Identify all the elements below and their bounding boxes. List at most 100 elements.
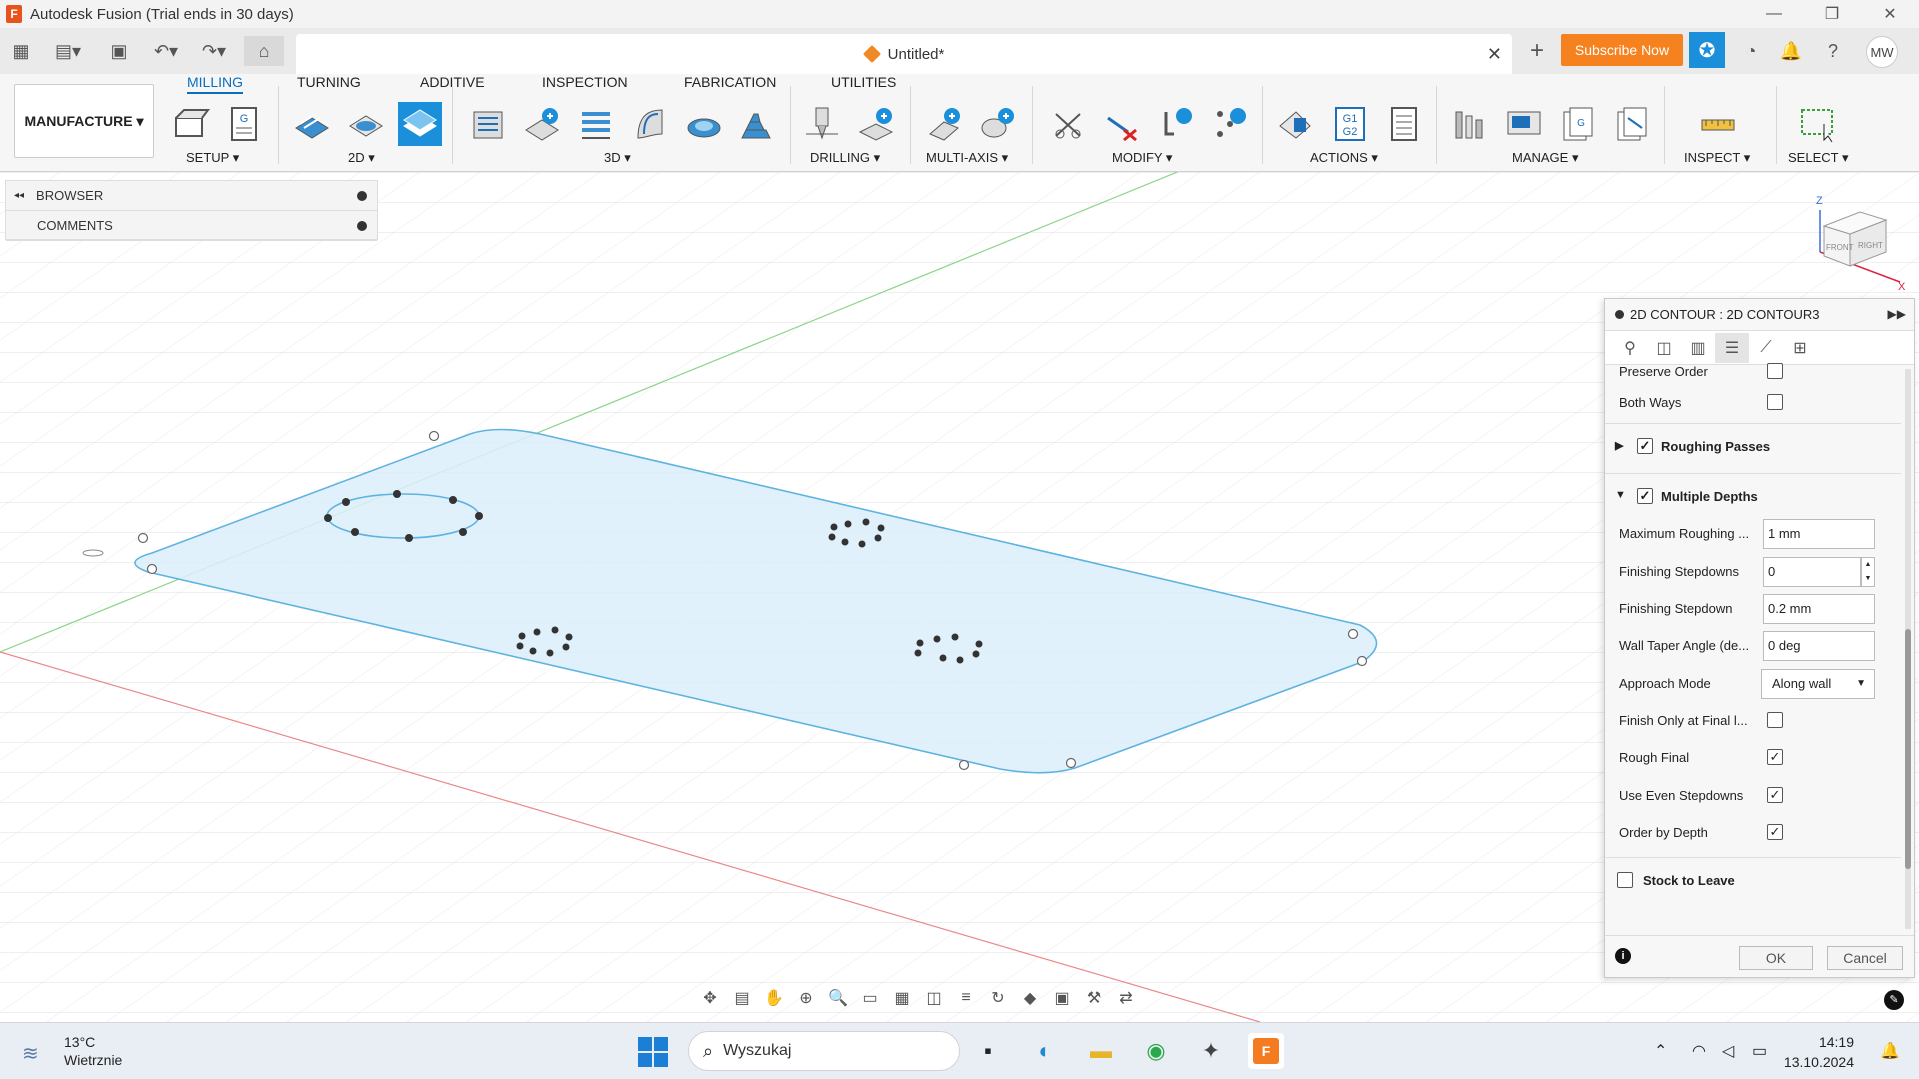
drill-icon[interactable] (800, 102, 844, 146)
pattern-icon[interactable] (1208, 102, 1252, 146)
hole-recognition-icon[interactable] (854, 102, 898, 146)
section-analysis-icon[interactable]: ◆ (1014, 984, 1046, 1012)
tab-utilities[interactable]: UTILITIES (831, 74, 896, 94)
tab-fabrication[interactable]: FABRICATION (684, 74, 776, 94)
multi-axis-contour-icon[interactable] (976, 102, 1020, 146)
collapse-icon[interactable]: ◂◂ (14, 190, 24, 201)
notifications-icon[interactable]: 🔔 (1778, 38, 1804, 64)
zoom-window-icon[interactable]: 🔍 (822, 984, 854, 1012)
even-stepdowns-checkbox[interactable]: ✓ (1767, 787, 1783, 803)
simulate-icon[interactable] (1274, 102, 1318, 146)
section-stock-to-leave[interactable]: Stock to Leave (1605, 857, 1901, 901)
dialog-scrollbar[interactable] (1905, 369, 1911, 929)
extensions-icon[interactable]: ✪ (1689, 32, 1725, 68)
minimize-button[interactable]: — (1745, 0, 1803, 28)
home-icon[interactable]: ⌂ (244, 36, 284, 66)
grid-settings-icon[interactable]: ▦ (886, 984, 918, 1012)
wifi-icon[interactable]: ◠ (1692, 1041, 1706, 1061)
clock[interactable]: 14:19 13.10.2024 (1770, 1032, 1854, 1072)
finishing-stepdown-input[interactable]: 0.2 mm (1763, 594, 1875, 624)
display-settings-icon[interactable]: ▭ (854, 984, 886, 1012)
cancel-button[interactable]: Cancel (1827, 946, 1903, 970)
group-manage[interactable]: MANAGE ▾ (1512, 150, 1578, 166)
section-multiple-depths[interactable]: ▼ ✓ Multiple Depths (1605, 473, 1901, 517)
3d-pocket-icon[interactable] (520, 102, 564, 146)
save-icon[interactable]: ▣ (104, 36, 134, 66)
close-window-button[interactable]: ✕ (1861, 0, 1919, 28)
viewcube[interactable]: Z X FRONT RIGHT (1810, 190, 1910, 293)
restore-button[interactable]: ❐ (1803, 0, 1861, 28)
select-window-icon[interactable] (1796, 102, 1840, 146)
edge-icon[interactable]: ◐ (1027, 1033, 1063, 1069)
comments-header[interactable]: COMMENTS (6, 211, 377, 241)
collapse-triangle-icon[interactable]: ▼ (1615, 489, 1626, 501)
tab-milling[interactable]: MILLING (187, 74, 244, 94)
group-setup[interactable]: SETUP ▾ (186, 150, 239, 166)
orbit-icon[interactable]: ↻ (982, 984, 1014, 1012)
file-explorer-icon[interactable]: ▬ (1083, 1033, 1119, 1069)
weather-widget[interactable]: ≋ 13°C Wietrznie (22, 1033, 122, 1069)
battery-icon[interactable]: ▭ (1752, 1041, 1767, 1061)
section-roughing-passes[interactable]: ▶ ✓ Roughing Passes (1605, 423, 1901, 467)
finishing-stepdowns-input[interactable]: 0 (1763, 557, 1861, 587)
redo-icon[interactable]: ↷▾ (194, 36, 234, 66)
edit-toolpath-icon[interactable] (1154, 102, 1198, 146)
group-actions[interactable]: ACTIONS ▾ (1310, 150, 1378, 166)
user-avatar[interactable]: MW (1866, 36, 1898, 68)
camera-icon[interactable]: ▣ (1046, 984, 1078, 1012)
3d-horizontal-icon[interactable] (574, 102, 618, 146)
2d-pocket-icon[interactable] (344, 102, 388, 146)
both-ways-checkbox[interactable] (1767, 394, 1783, 410)
rough-final-checkbox[interactable]: ✓ (1767, 749, 1783, 765)
workspace-switcher[interactable]: MANUFACTURE ▾ (14, 84, 154, 158)
undo-icon[interactable]: ↶▾ (146, 36, 186, 66)
group-select[interactable]: SELECT ▾ (1788, 150, 1848, 166)
tool-library-icon[interactable] (1448, 102, 1492, 146)
stock-icon[interactable]: ⚒ (1078, 984, 1110, 1012)
info-icon[interactable]: i (1615, 948, 1631, 964)
delete-toolpath-icon[interactable] (1100, 102, 1144, 146)
2d-adaptive-icon[interactable] (290, 102, 334, 146)
look-at-icon[interactable]: ▤ (726, 984, 758, 1012)
toolpath-display-icon[interactable]: ⇄ (1110, 984, 1142, 1012)
group-drilling[interactable]: DRILLING ▾ (810, 150, 880, 166)
post-process-icon[interactable]: G1 G2 (1328, 102, 1372, 146)
layers-icon[interactable]: ≡ (950, 984, 982, 1012)
stepper-icon[interactable]: ▲ ▼ (1861, 557, 1875, 587)
chrome-icon[interactable]: ◉ (1138, 1033, 1174, 1069)
3d-contour-icon[interactable] (734, 102, 778, 146)
setup-sheet-icon[interactable] (1382, 102, 1426, 146)
orbit-constrained-icon[interactable]: ✥ (694, 984, 726, 1012)
nc-program-icon[interactable]: G (222, 102, 266, 146)
3d-adaptive-icon[interactable] (466, 102, 510, 146)
comment-icon[interactable]: ✎ (1884, 990, 1904, 1010)
3d-parallel-icon[interactable] (628, 102, 672, 146)
tab-inspection[interactable]: INSPECTION (542, 74, 628, 94)
help-icon[interactable]: ? (1820, 38, 1846, 64)
viewports-icon[interactable]: ◫ (918, 984, 950, 1012)
post-library-icon[interactable]: G (1556, 102, 1600, 146)
ok-button[interactable]: OK (1739, 946, 1813, 970)
start-button[interactable] (638, 1037, 668, 1067)
machine-library-icon[interactable] (1502, 102, 1546, 146)
notification-bell-icon[interactable]: 🔔 (1880, 1041, 1900, 1061)
finish-only-final-checkbox[interactable] (1767, 712, 1783, 728)
subscribe-button[interactable]: Subscribe Now (1561, 34, 1683, 66)
task-view-icon[interactable]: ▪ (970, 1033, 1006, 1069)
zoom-icon[interactable]: ⊕ (790, 984, 822, 1012)
multiple-depths-checkbox[interactable]: ✓ (1637, 488, 1653, 504)
comments-pin-icon[interactable] (357, 221, 367, 231)
browser-header[interactable]: ◂◂ BROWSER (6, 181, 377, 211)
job-status-icon[interactable]: ◔ (1738, 38, 1764, 64)
preserve-order-checkbox[interactable] (1767, 363, 1783, 379)
show-hidden-icons[interactable]: ⌃ (1654, 1041, 1667, 1061)
document-tab[interactable]: Untitled* ✕ (296, 34, 1512, 74)
wall-taper-input[interactable]: 0 deg (1763, 631, 1875, 661)
new-setup-icon[interactable] (168, 102, 212, 146)
taskbar-search[interactable]: ⌕ Wyszukaj (688, 1031, 960, 1071)
browser-pin-icon[interactable] (357, 191, 367, 201)
order-by-depth-checkbox[interactable]: ✓ (1767, 824, 1783, 840)
apps-grid-icon[interactable]: ▦ (6, 36, 36, 66)
pan-icon[interactable]: ✋ (758, 984, 790, 1012)
stock-to-leave-checkbox[interactable] (1617, 872, 1633, 888)
